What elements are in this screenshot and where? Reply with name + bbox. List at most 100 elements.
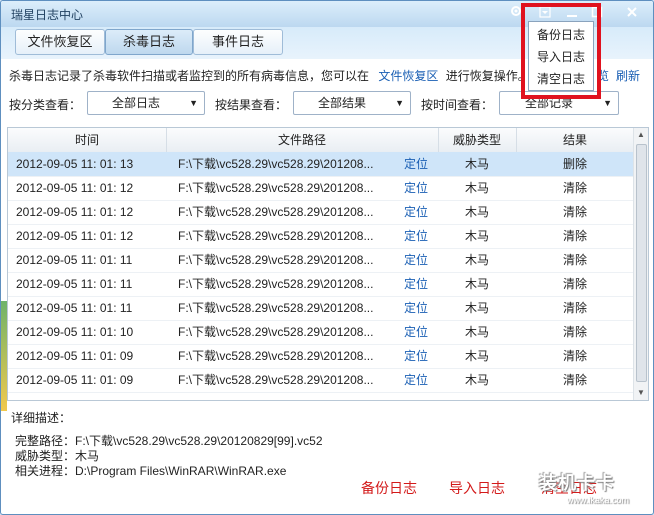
info-text-before: 杀毒日志记录了杀毒软件扫描或者监控到的所有病毒信息，您可以在: [9, 69, 370, 83]
row-path: F:\下载\vc528.29\vc528.29\201208...: [178, 157, 374, 171]
row-threat-type: 木马: [464, 301, 489, 315]
import-log-button[interactable]: 导入日志: [449, 478, 505, 498]
row-time: 2012-09-05 11: 01: 12: [16, 181, 134, 195]
scrollbar-thumb[interactable]: [636, 144, 647, 382]
row-locate-link[interactable]: 定位: [394, 320, 438, 344]
row-time: 2012-09-05 11: 01: 09: [16, 349, 134, 363]
log-table: 时间 文件路径 威胁类型 结果 2012-09-05 11: 01: 13 F:\…: [7, 127, 649, 401]
row-result: 清除: [562, 349, 587, 363]
table-row[interactable]: 2012-09-05 11: 01: 12 F:\下载\vc528.29\vc52…: [8, 224, 634, 249]
table-row[interactable]: 2012-09-05 11: 01: 09 F:\下载\vc528.29\vc52…: [8, 344, 634, 369]
row-time: 2012-09-05 11: 01: 11: [16, 253, 133, 267]
row-time: 2012-09-05 11: 01: 12: [16, 229, 134, 243]
annotation-highlight-box: [521, 3, 601, 99]
watermark-url: www.ikaka.com: [567, 495, 630, 505]
row-path: F:\下载\vc528.29\vc528.29\201208...: [178, 229, 374, 243]
row-locate-link[interactable]: 定位: [394, 248, 438, 272]
tab-event-log[interactable]: 事件日志: [193, 29, 283, 55]
info-text: 杀毒日志记录了杀毒软件扫描或者监控到的所有病毒信息，您可以在 文件恢复区 进行恢…: [9, 67, 530, 84]
watermark: 装机卡卡 www.ikaka.com: [539, 469, 649, 511]
row-threat-type: 木马: [464, 205, 489, 219]
row-time: 2012-09-05 11: 01: 11: [16, 301, 133, 315]
row-threat-type: 木马: [464, 229, 489, 243]
category-select-value: 全部日志: [111, 96, 160, 110]
file-recovery-link[interactable]: 文件恢复区: [378, 69, 438, 83]
row-time: 2012-09-05 11: 01: 09: [16, 373, 134, 387]
result-filter-label: 按结果查看：: [215, 98, 288, 112]
row-threat-type: 木马: [464, 349, 489, 363]
row-locate-link[interactable]: 定位: [394, 296, 438, 320]
row-result: 清除: [562, 373, 587, 387]
row-locate-link[interactable]: 定位: [394, 344, 438, 368]
row-threat-type: 木马: [464, 373, 489, 387]
column-header-path[interactable]: 文件路径: [166, 128, 439, 152]
row-locate-link[interactable]: 定位: [394, 152, 438, 176]
watermark-logo-text: 装机卡卡: [539, 473, 615, 493]
tab-antivirus-log[interactable]: 杀毒日志: [105, 29, 193, 55]
row-time: 2012-09-05 11: 01: 10: [16, 325, 134, 339]
window-title: 瑞星日志中心: [11, 8, 84, 22]
chevron-down-icon: ▼: [603, 98, 612, 108]
row-threat-type: 木马: [464, 157, 489, 171]
row-threat-type: 木马: [464, 325, 489, 339]
table-row[interactable]: 2012-09-05 11: 01: 11 F:\下载\vc528.29\vc52…: [8, 296, 634, 321]
table-header: 时间 文件路径 威胁类型 结果: [8, 128, 634, 153]
row-path: F:\下载\vc528.29\vc528.29\201208...: [178, 325, 374, 339]
row-result: 清除: [562, 205, 587, 219]
row-result: 清除: [562, 181, 587, 195]
row-time: 2012-09-05 11: 01: 12: [16, 205, 134, 219]
row-path: F:\下载\vc528.29\vc528.29\201208...: [178, 373, 374, 387]
row-result: 清除: [562, 277, 587, 291]
result-select-value: 全部结果: [317, 96, 366, 110]
row-path: F:\下载\vc528.29\vc528.29\201208...: [178, 181, 374, 195]
row-path: F:\下载\vc528.29\vc528.29\201208...: [178, 253, 374, 267]
tab-file-recovery[interactable]: 文件恢复区: [15, 29, 105, 55]
row-locate-link[interactable]: 定位: [394, 176, 438, 200]
row-locate-link[interactable]: 定位: [394, 272, 438, 296]
row-result: 清除: [562, 325, 587, 339]
log-center-window: 瑞星日志中心 文件恢复区 杀毒日志 事件日志 杀毒日志记录了杀毒软件扫描或者监控…: [0, 0, 654, 515]
scroll-up-icon[interactable]: ▲: [634, 128, 648, 142]
table-row[interactable]: 2012-09-05 11: 01: 12 F:\下载\vc528.29\vc52…: [8, 200, 634, 225]
result-select[interactable]: 全部结果 ▼: [293, 91, 411, 115]
time-filter-label: 按时间查看：: [421, 98, 494, 112]
row-result: 清除: [562, 253, 587, 267]
vertical-scrollbar[interactable]: ▲ ▼: [633, 128, 648, 400]
column-header-time[interactable]: 时间: [8, 128, 167, 152]
row-time: 2012-09-05 11: 01: 11: [16, 277, 133, 291]
chevron-down-icon: ▼: [395, 98, 404, 108]
row-threat-type: 木马: [464, 181, 489, 195]
row-result: 删除: [562, 157, 587, 171]
category-select[interactable]: 全部日志 ▼: [87, 91, 205, 115]
info-text-after: 进行恢复操作。: [445, 69, 530, 83]
chevron-down-icon: ▼: [189, 98, 198, 108]
table-row[interactable]: 2012-09-05 11: 01: 11 F:\下载\vc528.29\vc52…: [8, 248, 634, 273]
scroll-down-icon[interactable]: ▼: [634, 386, 648, 400]
row-result: 清除: [562, 301, 587, 315]
table-row[interactable]: 2012-09-05 11: 01: 10 F:\下载\vc528.29\vc52…: [8, 320, 634, 345]
table-row[interactable]: 2012-09-05 11: 01: 12 F:\下载\vc528.29\vc52…: [8, 176, 634, 201]
detail-related-process: 相关进程：D:\Program Files\WinRAR\WinRAR.exe: [15, 464, 287, 478]
category-filter-label: 按分类查看：: [9, 98, 82, 112]
row-path: F:\下载\vc528.29\vc528.29\201208...: [178, 277, 374, 291]
row-threat-type: 木马: [464, 277, 489, 291]
refresh-link[interactable]: 刷新: [616, 67, 640, 84]
table-row[interactable]: 2012-09-05 11: 01: 09 F:\下载\vc528.29\vc52…: [8, 368, 634, 393]
close-icon[interactable]: [623, 4, 641, 22]
row-time: 2012-09-05 11: 01: 13: [16, 157, 134, 171]
row-path: F:\下载\vc528.29\vc528.29\201208...: [178, 205, 374, 219]
table-row[interactable]: 2012-09-05 11: 01: 11 F:\下载\vc528.29\vc52…: [8, 272, 634, 297]
row-path: F:\下载\vc528.29\vc528.29\201208...: [178, 349, 374, 363]
column-header-threat[interactable]: 威胁类型: [438, 128, 517, 152]
detail-title: 详细描述：: [11, 411, 72, 425]
row-path: F:\下载\vc528.29\vc528.29\201208...: [178, 301, 374, 315]
table-row[interactable]: 2012-09-05 11: 01: 13 F:\下载\vc528.29\vc52…: [8, 152, 634, 177]
backup-log-button[interactable]: 备份日志: [361, 478, 417, 498]
row-threat-type: 木马: [464, 253, 489, 267]
row-locate-link[interactable]: 定位: [394, 224, 438, 248]
background-strip: [1, 301, 7, 411]
row-result: 清除: [562, 229, 587, 243]
column-header-result[interactable]: 结果: [516, 128, 634, 152]
row-locate-link[interactable]: 定位: [394, 368, 438, 392]
row-locate-link[interactable]: 定位: [394, 200, 438, 224]
